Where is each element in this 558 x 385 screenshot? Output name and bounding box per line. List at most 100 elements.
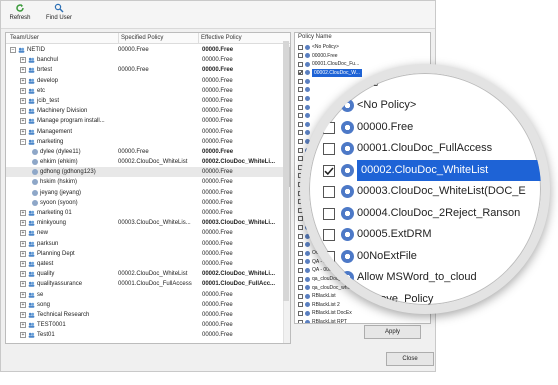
user-icon [32,159,38,166]
policy-checkbox[interactable] [298,285,303,291]
tree-row[interactable]: + marketing 01 00000.Free [6,208,284,218]
policy-checkbox[interactable] [298,104,303,110]
policy-checkbox[interactable] [298,259,303,265]
policy-checkbox[interactable] [298,267,303,273]
tree-row[interactable]: + se 00000.Free [6,290,284,300]
team-user-tree[interactable]: Team/User Specified Policy Effective Pol… [5,32,291,344]
tree-row-effective-policy: 00000.Free [202,301,233,308]
tree-row[interactable]: + quality 00002.ClouDoc_WhiteList 00002.Clo… [6,269,284,279]
column-effective-policy[interactable]: Effective Policy [198,33,242,44]
expand-icon[interactable]: + [20,77,26,84]
tree-row[interactable]: ehkim (ehkim) 00002.ClouDoc_WhiteList 0000… [6,157,284,167]
policy-checkbox[interactable] [298,121,303,127]
policy-checkbox[interactable] [298,302,303,308]
expand-icon[interactable]: + [20,322,26,329]
tree-row[interactable]: + brtest 00000.Free 00000.Free [6,65,284,75]
tree-row[interactable]: + Planning Dept 00000.Free [6,249,284,259]
tree-row[interactable]: − NETID 00000.Free 00000.Free [6,45,284,55]
expand-icon[interactable]: + [20,240,26,247]
policy-item[interactable]: 00000.Free [295,52,430,61]
expand-icon[interactable]: + [20,87,26,94]
expand-icon[interactable]: + [20,230,26,237]
policy-checkbox[interactable] [298,53,303,59]
tree-row[interactable]: + develop 00000.Free [6,76,284,86]
policy-checkbox[interactable] [298,70,303,76]
expand-icon[interactable]: + [20,281,26,288]
collapse-icon[interactable]: − [20,138,26,145]
tree-row[interactable]: + Machinery Division 00000.Free [6,106,284,116]
apply-button[interactable]: Apply [364,325,421,339]
expand-icon[interactable]: + [20,108,26,115]
expand-icon[interactable]: + [20,260,26,267]
tree-row[interactable]: + qatest 00000.Free [6,259,284,269]
expand-icon[interactable]: + [20,67,26,74]
tree-row[interactable]: jeyang (jeyang) 00000.Free [6,188,284,198]
team-icon [28,302,35,308]
tree-row[interactable]: + etc 00000.Free [6,86,284,96]
policy-checkbox[interactable] [298,139,303,145]
tree-row[interactable]: + minkyoung 00003.ClouDoc_WhiteLis... 00003… [6,218,284,228]
expand-icon[interactable]: + [20,210,26,216]
find-user-button[interactable]: Find User [43,3,75,27]
expand-icon[interactable]: + [20,220,26,227]
expand-icon[interactable]: + [20,271,26,278]
expand-icon[interactable]: + [20,97,26,104]
magnified-policy-label: <No Policy> [357,99,417,111]
policy-checkbox[interactable] [298,113,303,119]
tree-row[interactable]: hskim (hskim) 00000.Free [6,177,284,187]
policy-checkbox[interactable] [298,310,303,316]
tree-row[interactable]: syoon (syoon) 00000.Free [6,198,284,208]
column-specified-policy[interactable]: Specified Policy [118,33,163,44]
policy-checkbox[interactable] [298,87,303,93]
expand-icon[interactable]: + [20,128,26,135]
tree-row-name: develop [37,77,59,84]
expand-icon[interactable]: + [20,291,26,298]
tree-row-specified-policy: 00000.Free [118,67,149,74]
policy-checkbox[interactable] [298,44,303,50]
expand-icon[interactable]: + [20,332,26,339]
tree-row[interactable]: + Management 00000.Free [6,127,284,137]
expand-icon[interactable]: + [20,250,26,257]
policy-checkbox[interactable] [298,293,303,299]
expand-icon[interactable]: + [20,311,26,318]
tree-row-effective-policy: 00000.Free [202,250,233,257]
policy-checkbox[interactable] [298,224,303,230]
policy-checkbox[interactable] [298,319,303,323]
refresh-button[interactable]: Refresh [7,3,33,27]
tree-row[interactable]: + qualityassurance 00001.ClouDoc_FullAcces… [6,279,284,289]
policy-checkbox[interactable] [298,96,303,102]
close-button[interactable]: Close [386,352,434,366]
policy-checkbox[interactable] [298,78,303,84]
tree-row[interactable]: + Manage program install... 00000.Free [6,116,284,126]
expand-icon[interactable]: + [20,301,26,308]
expand-icon[interactable]: + [20,57,26,64]
policy-item[interactable]: <No Policy> [295,43,430,52]
tree-row[interactable]: + jcib_test 00000.Free [6,96,284,106]
tree-row[interactable]: + Technical Research 00000.Free [6,310,284,320]
tree-row[interactable]: + song 00000.Free [6,300,284,310]
tree-row[interactable]: + TEST0001 00000.Free [6,320,284,330]
tree-row[interactable]: + parksun 00000.Free [6,239,284,249]
tree-row-name: Manage program install... [37,118,105,125]
tree-row-effective-policy: 00000.Free [202,57,233,64]
expand-icon[interactable]: + [20,118,26,125]
collapse-icon[interactable]: − [10,47,16,53]
tree-row[interactable]: dylee (dylee11) 00000.Free 00000.Free [6,147,284,157]
policy-checkbox[interactable] [298,147,303,153]
policy-checkbox[interactable] [298,61,303,67]
tree-row[interactable]: + banchul 00000.Free [6,55,284,65]
policy-checkbox[interactable] [298,276,303,282]
tree-row[interactable]: + new 00000.Free [6,228,284,238]
column-team-user[interactable]: Team/User [10,35,39,41]
policy-checkbox[interactable] [298,130,303,136]
policy-item[interactable]: RBlackList RPT [295,318,430,323]
tree-row[interactable]: + Test01 00000.Free [6,330,284,340]
policy-checkbox[interactable] [298,242,303,248]
tree-row[interactable]: − marketing 00000.Free [6,137,284,147]
panel-splitter[interactable] [283,41,289,301]
policy-checkbox[interactable] [298,250,303,256]
tree-row-effective-policy: 00000.Free [202,87,233,94]
tree-row-name: song [37,301,51,308]
policy-checkbox[interactable] [298,233,303,239]
tree-row[interactable]: gdhong (gdhong123) 00000.Free [6,167,284,178]
